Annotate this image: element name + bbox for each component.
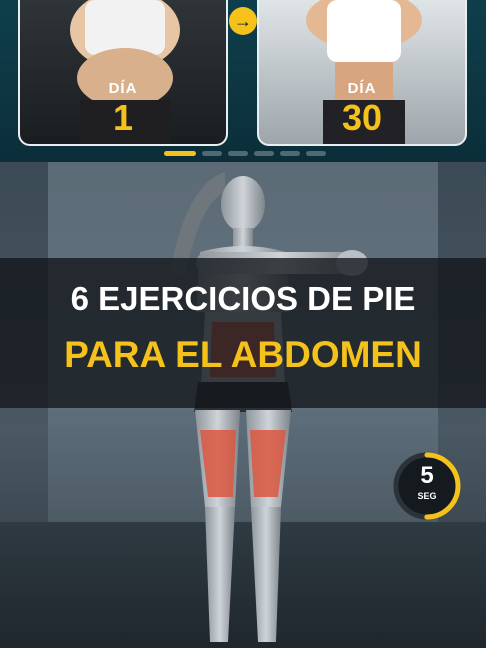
carousel-dot[interactable] (306, 151, 326, 156)
day-30-number: 30 (341, 97, 383, 138)
day-30-label: DÍA (347, 80, 377, 97)
carousel-dot[interactable] (254, 151, 274, 156)
day-1-card: DÍA 1 (18, 0, 228, 146)
day-1-number: 1 (112, 97, 134, 138)
page-title: 6 EJERCICIOS DE PIE (70, 280, 416, 317)
day-30-card: DÍA 30 (257, 0, 467, 146)
day-1-label: DÍA (108, 80, 138, 97)
page-subtitle: PARA EL ABDOMEN (64, 334, 422, 375)
carousel-dot[interactable] (280, 151, 300, 156)
carousel-dot[interactable] (228, 151, 248, 156)
exercise-illustration-panel: 6 EJERCICIOS DE PIE PARA EL ABDOMEN 5 SE… (0, 162, 486, 648)
arrow-right-icon: → (229, 7, 257, 35)
top-comparison-band: DÍA 1 → DÍA 30 (0, 0, 486, 162)
carousel-dot[interactable] (164, 151, 196, 156)
timer-unit: SEG (417, 491, 437, 501)
countdown-timer: 5 SEG (392, 451, 462, 521)
timer-value: 5 (420, 462, 434, 489)
carousel-indicator (164, 151, 326, 157)
carousel-dot[interactable] (202, 151, 222, 156)
